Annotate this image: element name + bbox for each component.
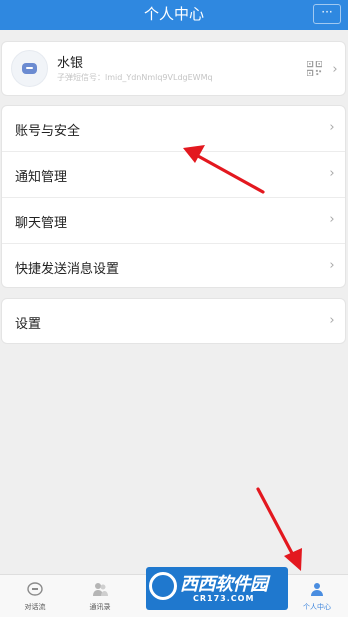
chevron-right-icon: › (329, 313, 335, 328)
avatar[interactable] (11, 50, 48, 87)
profile-name: 水银 (57, 56, 84, 71)
tab-label: 个人中心 (303, 603, 331, 611)
menu-card: 账号与安全 › 通知管理 › 聊天管理 › 快捷发送消息设置 › (1, 105, 346, 288)
profile-icon (311, 583, 323, 596)
contacts-icon (93, 583, 108, 596)
chevron-right-icon: › (329, 212, 335, 227)
chevron-right-icon: › (329, 120, 335, 135)
watermark-site: CR173.COM (193, 594, 255, 603)
more-button[interactable]: ··· (313, 4, 341, 24)
chevron-right-icon: › (329, 258, 335, 273)
menu-item-label: 快捷发送消息设置 (15, 262, 120, 277)
menu-item-settings[interactable]: 设置 › (2, 299, 345, 345)
menu-item-quick-message-settings[interactable]: 快捷发送消息设置 › (2, 244, 345, 290)
app-page: 个人中心 ··· 水银 子弹短信号：lmid_YdnNmlq9VLdgEWMq … (0, 0, 348, 617)
settings-card: 设置 › (1, 298, 346, 344)
red-arrow-line (256, 487, 296, 559)
chevron-right-icon: › (329, 166, 335, 181)
menu-item-notification-management[interactable]: 通知管理 › (2, 152, 345, 198)
menu-item-label: 聊天管理 (15, 216, 68, 231)
tab-label: 对话流 (24, 603, 46, 611)
menu-item-label: 账号与安全 (15, 124, 81, 139)
tab-dialogue-flow[interactable]: 对话流 (0, 578, 70, 616)
menu-item-account-security[interactable]: 账号与安全 › (2, 106, 345, 152)
chevron-right-icon: › (332, 62, 338, 77)
chat-bubble-icon (22, 63, 37, 74)
watermark-logo-icon (149, 572, 177, 600)
profile-id: 子弹短信号：lmid_YdnNmlq9VLdgEWMq (57, 73, 213, 82)
chat-icon (27, 582, 43, 596)
watermark-text: 西西软件园 (180, 574, 268, 595)
tab-personal-center[interactable]: 个人中心 (282, 578, 348, 616)
menu-item-chat-management[interactable]: 聊天管理 › (2, 198, 345, 244)
tab-contacts[interactable]: 通讯录 (65, 578, 135, 616)
menu-item-label: 通知管理 (15, 170, 68, 185)
tab-label: 通讯录 (89, 603, 111, 611)
profile-card[interactable]: 水银 子弹短信号：lmid_YdnNmlq9VLdgEWMq › (1, 41, 346, 96)
watermark-logo: 西西软件园 CR173.COM (146, 567, 288, 610)
top-navigation-bar: 个人中心 ··· (0, 0, 348, 30)
settings-label: 设置 (15, 317, 42, 332)
page-title: 个人中心 (143, 5, 204, 23)
qr-code-icon[interactable] (307, 61, 322, 76)
